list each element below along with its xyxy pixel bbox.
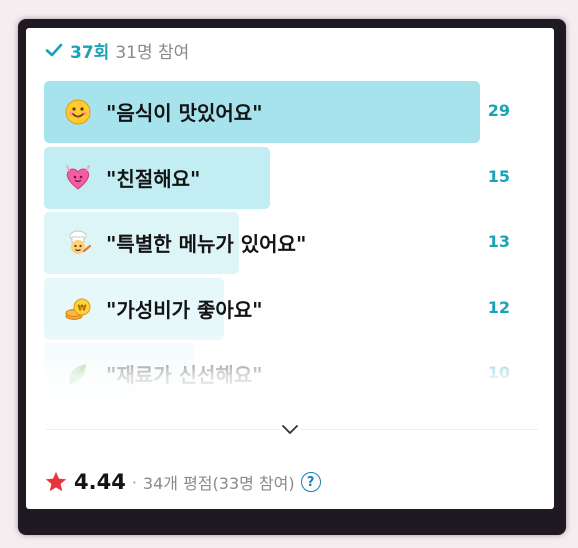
review-keywords-card: 37회 31명 참여 "음식이 맛있어요" 29 "친절해요" 15 "특별한 … [26,28,554,509]
svg-text:₩: ₩ [78,303,87,312]
keyword-item[interactable]: ₩ "가성비가 좋아요" 12 [44,277,524,340]
keyword-list: "음식이 맛있어요" 29 "친절해요" 15 "특별한 메뉴가 있어요" 13… [44,81,524,409]
leaf-icon [69,364,86,385]
keyword-item[interactable]: "특별한 메뉴가 있어요" 13 [44,212,524,274]
check-icon [45,43,63,57]
separator-dot: · [131,472,137,492]
visit-count: 37회 [70,42,110,63]
keyword-label: "특별한 메뉴가 있어요" [106,232,307,256]
participant-count: 31명 참여 [115,42,190,63]
rating-score: 4.44 [74,470,126,494]
chevron-down-icon[interactable] [279,420,301,438]
rating-summary: 4.44 · 34개 평점(33명 참여) ? [44,470,321,494]
keyword-votes: 10 [487,363,510,382]
keyword-votes: 29 [487,101,510,120]
coins-icon: ₩ [65,298,91,320]
keyword-item[interactable]: "음식이 맛있어요" 29 [44,81,524,143]
help-icon[interactable]: ? [300,472,321,492]
keyword-label: "재료가 신선해요" [106,363,263,387]
keyword-label: "가성비가 좋아요" [106,297,263,322]
star-icon [45,471,67,492]
pink-heart-icon [66,164,90,190]
keyword-item[interactable]: "재료가 신선해요" 10 [44,343,524,405]
rating-count: 34개 평점(33명 참여) [142,474,295,493]
chef-icon [69,230,92,254]
keyword-label: "음식이 맛있어요" [106,101,263,125]
smiling-face-icon [65,99,91,125]
keyword-votes: 12 [487,297,510,317]
header: 37회 31명 참여 [44,38,190,63]
keyword-votes: 13 [487,232,510,251]
keyword-item[interactable]: "친절해요" 15 [44,146,524,209]
keyword-votes: 15 [487,166,510,186]
keyword-label: "친절해요" [106,166,201,191]
